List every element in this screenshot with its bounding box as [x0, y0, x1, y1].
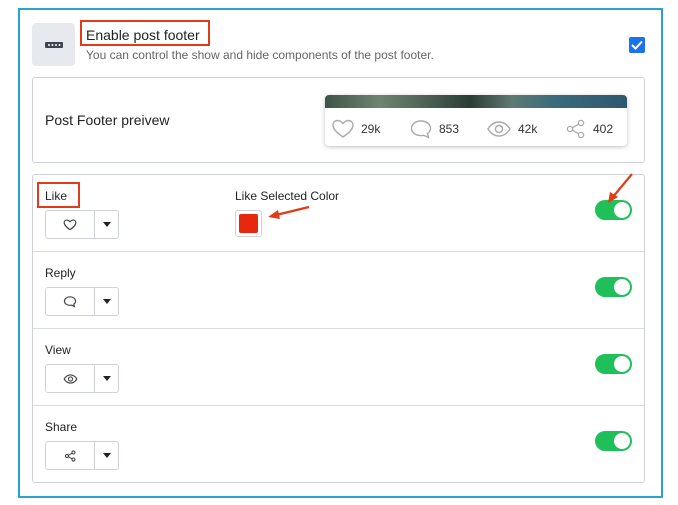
preview-image	[325, 95, 627, 108]
like-icon-select[interactable]	[45, 210, 119, 239]
heart-icon	[63, 218, 77, 230]
heart-icon	[332, 119, 354, 138]
preview-card: 29k 853 42k 402	[325, 95, 627, 146]
annotation-arrow-color	[268, 205, 310, 219]
like-icon-select-preview	[46, 211, 95, 238]
like-color-picker[interactable]	[235, 210, 262, 237]
preview-stat-value: 402	[593, 122, 614, 136]
preview-stat-views: 42k	[486, 119, 537, 139]
toggle-knob	[614, 433, 630, 449]
highlight-box-like	[37, 182, 80, 208]
preview-stat-comments: 853	[409, 119, 459, 139]
eye-icon	[62, 373, 78, 384]
checkmark-icon	[631, 40, 643, 50]
chevron-down-icon	[102, 299, 111, 304]
post-footer-setting-icon	[32, 23, 75, 66]
preview-stat-likes: 29k	[331, 119, 380, 139]
comment-icon	[410, 120, 432, 139]
share-icon-select[interactable]	[45, 441, 119, 470]
view-icon-select[interactable]	[45, 364, 119, 393]
eye-icon	[487, 121, 511, 137]
reply-icon-select[interactable]	[45, 287, 119, 316]
share-icon	[64, 449, 76, 462]
preview-stat-shares: 402	[565, 119, 613, 139]
preview-stat-value: 29k	[361, 122, 381, 136]
share-icon-select-preview	[46, 442, 95, 469]
row-divider	[33, 328, 644, 329]
like-color-swatch	[239, 214, 258, 233]
component-label-reply: Reply	[45, 266, 76, 280]
component-label-view: View	[45, 343, 71, 357]
component-label-share: Share	[45, 420, 78, 434]
preview-stat-value: 42k	[518, 122, 538, 136]
like-color-label: Like Selected Color	[235, 189, 340, 203]
annotation-arrow-toggle	[608, 173, 633, 203]
row-divider	[33, 251, 644, 252]
preview-stat-value: 853	[439, 122, 460, 136]
dots-icon	[44, 41, 63, 48]
highlight-box-title	[80, 20, 210, 46]
setting-description: You can control the show and hide compon…	[86, 48, 434, 62]
reply-icon-dropdown-toggle[interactable]	[95, 288, 118, 315]
reply-icon-select-preview	[46, 288, 95, 315]
share-icon	[566, 119, 585, 139]
view-toggle[interactable]	[595, 354, 632, 374]
share-toggle[interactable]	[595, 431, 632, 451]
preview-label: Post Footer preivew	[45, 112, 170, 128]
toggle-knob	[614, 279, 630, 295]
chevron-down-icon	[102, 222, 111, 227]
row-divider	[33, 405, 644, 406]
view-icon-select-preview	[46, 365, 95, 392]
enable-post-footer-checkbox[interactable]	[629, 37, 645, 53]
share-icon-dropdown-toggle[interactable]	[95, 442, 118, 469]
reply-toggle[interactable]	[595, 277, 632, 297]
chevron-down-icon	[102, 453, 111, 458]
comment-icon	[63, 296, 77, 308]
toggle-knob	[614, 356, 630, 372]
like-icon-dropdown-toggle[interactable]	[95, 211, 118, 238]
view-icon-dropdown-toggle[interactable]	[95, 365, 118, 392]
chevron-down-icon	[102, 376, 111, 381]
